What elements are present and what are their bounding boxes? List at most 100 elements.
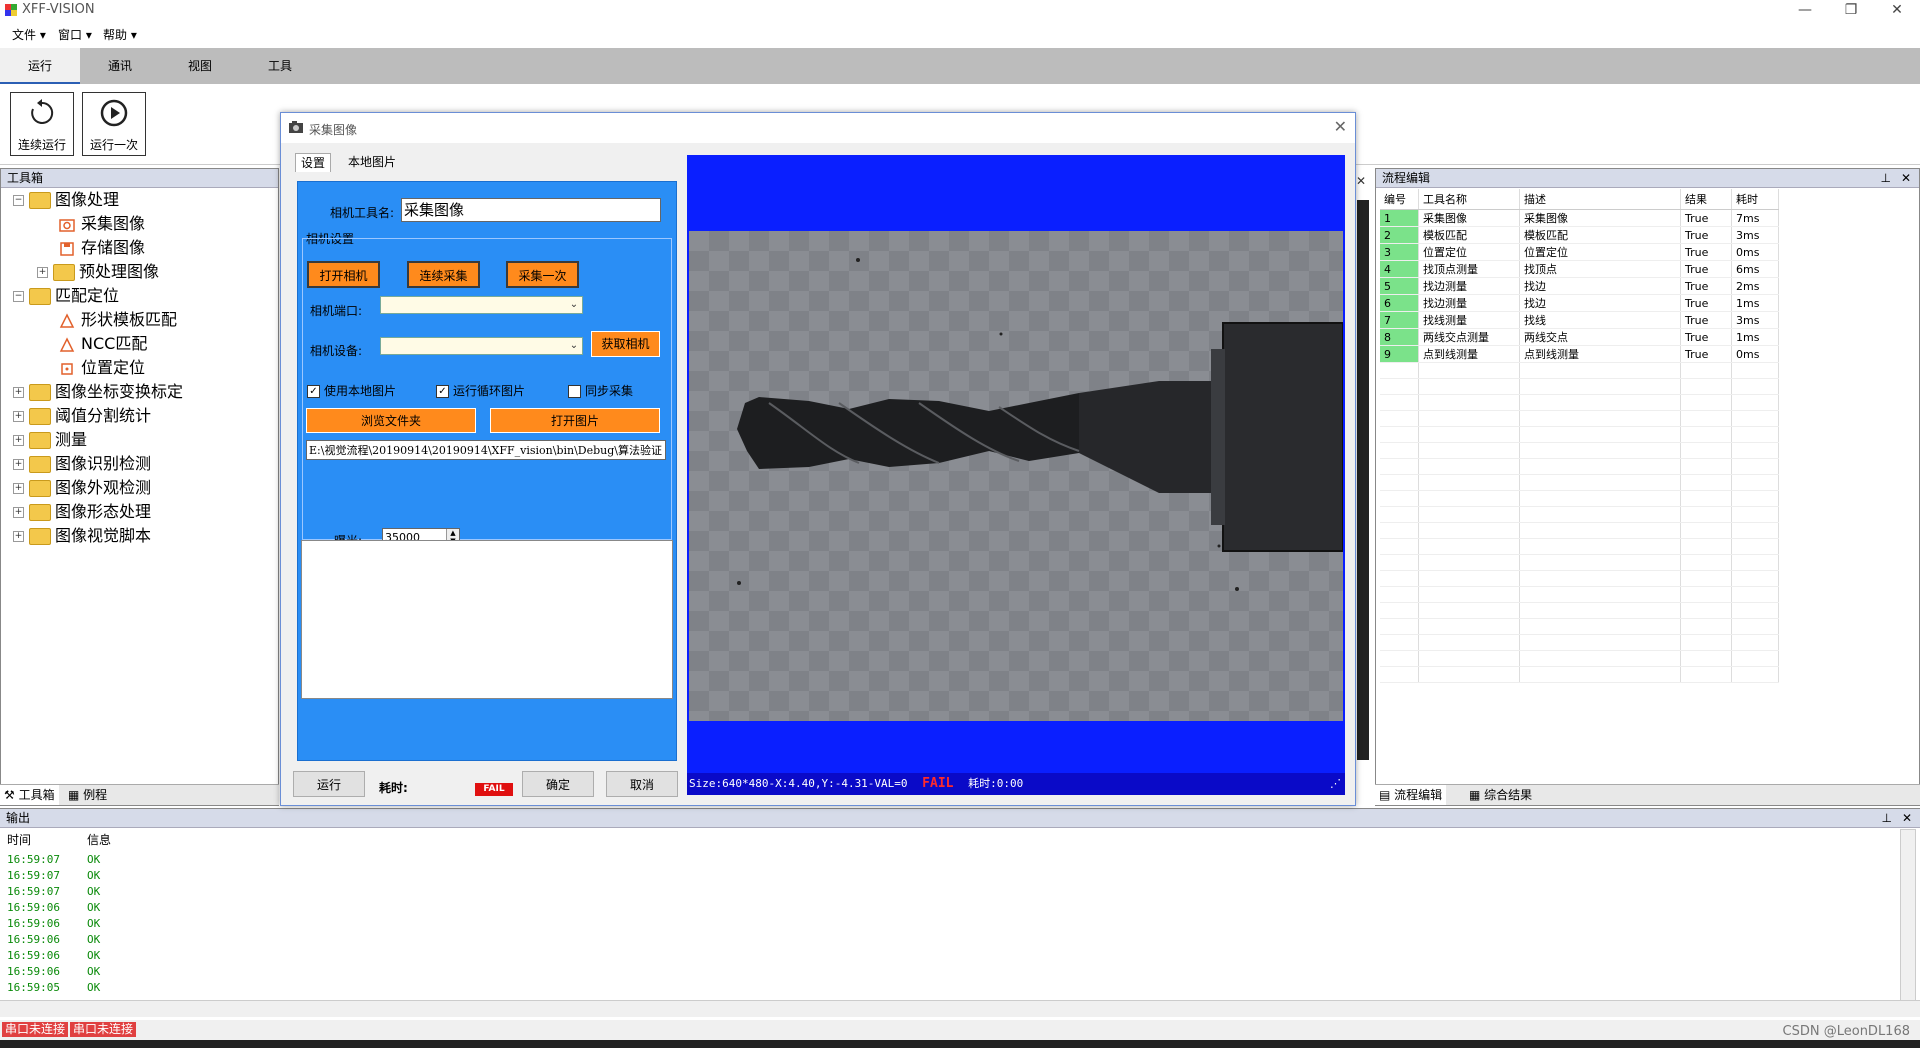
expand-icon[interactable]: + [13,435,24,446]
tree-item-position-locate[interactable]: 位置定位 [59,357,145,379]
tab-summary[interactable]: ▦ 综合结果 [1465,785,1536,805]
tab-process-edit[interactable]: ▤ 流程编辑 [1375,785,1447,805]
restore-button[interactable]: ❐ [1828,0,1874,20]
browse-folder-button[interactable]: 浏览文件夹 [306,408,476,433]
dialog-close-icon[interactable]: ✕ [1334,117,1347,136]
tab-comm[interactable]: 通讯 [80,48,160,84]
pin-icon[interactable]: ⊥ [1882,809,1892,827]
open-image-button[interactable]: 打开图片 [490,408,660,433]
tree-item-preprocess-image[interactable]: + 预处理图像 [37,261,159,283]
empty-row [1380,522,1779,539]
tree-item-script[interactable]: + 图像视觉脚本 [13,525,151,547]
col-index[interactable]: 编号 [1380,189,1419,210]
expand-icon[interactable]: + [13,531,24,542]
tree-item-recognition[interactable]: + 图像识别检测 [13,453,151,475]
sync-capture-checkbox[interactable]: 同步采集 [568,382,633,399]
tree-item-image-processing[interactable]: − 图像处理 [13,189,119,211]
tab-view[interactable]: 视图 [160,48,240,84]
table-row[interactable]: 8 两线交点测量 两线交点 True 1ms [1380,328,1779,346]
table-row[interactable]: 3 位置定位 位置定位 True 0ms [1380,243,1779,261]
vertical-scrollbar[interactable] [1900,829,1916,1001]
expand-icon[interactable]: + [13,507,24,518]
tab-examples[interactable]: ▦ 例程 [64,785,111,805]
tab-run[interactable]: 运行 [0,48,80,84]
tree-item-coordinate-calibration[interactable]: + 图像坐标变换标定 [13,381,183,403]
close-icon[interactable]: ✕ [1902,809,1912,827]
expand-icon[interactable]: + [13,411,24,422]
open-camera-button[interactable]: 打开相机 [307,261,380,288]
collapse-icon[interactable]: − [13,195,24,206]
cancel-button[interactable]: 取消 [606,771,678,797]
tree-item-ncc-match[interactable]: NCC匹配 [59,333,147,355]
col-info[interactable]: 信息 [87,831,111,848]
tree-item-match-locate[interactable]: − 匹配定位 [13,285,119,307]
captured-image[interactable] [689,231,1343,721]
collapse-icon[interactable]: − [13,291,24,302]
expand-icon[interactable]: + [37,267,48,278]
col-tool-name[interactable]: 工具名称 [1418,189,1520,210]
col-result[interactable]: 结果 [1680,189,1732,210]
continuous-run-button[interactable]: 连续运行 [10,92,74,156]
continuous-capture-button[interactable]: 连续采集 [407,261,480,288]
menu-window[interactable]: 窗口 ▾ [58,26,92,43]
tree-item-appearance[interactable]: + 图像外观检测 [13,477,151,499]
tab-tools[interactable]: 工具 [240,48,320,84]
loop-image-checkbox[interactable]: ✓ 运行循环图片 [436,382,525,399]
run-once-button[interactable]: 运行一次 [82,92,146,156]
empty-cell [1680,394,1732,411]
capture-once-button[interactable]: 采集一次 [506,261,579,288]
cam-tool-name-input[interactable]: 采集图像 [401,198,661,222]
port-select[interactable]: ⌄ [380,296,583,314]
col-time[interactable]: 耗时 [1731,189,1779,210]
tab-settings[interactable]: 设置 [295,153,332,172]
background-image-edge [1357,200,1369,760]
table-row[interactable]: 1 采集图像 采集图像 True 7ms [1380,209,1779,227]
empty-cell [1731,538,1779,555]
table-row[interactable]: 5 找边测量 找边 True 2ms [1380,277,1779,295]
table-row[interactable]: 6 找边测量 找边 True 1ms [1380,294,1779,312]
pin-icon[interactable]: ⊥ [1881,169,1891,187]
close-icon[interactable]: ✕ [1901,169,1911,187]
cell-time: 1ms [1731,294,1779,312]
empty-cell [1380,666,1419,683]
tab-local-image[interactable]: 本地图片 [343,153,401,171]
table-row[interactable]: 7 找线测量 找线 True 3ms [1380,311,1779,329]
table-row[interactable]: 2 模板匹配 模板匹配 True 3ms [1380,226,1779,244]
table-row[interactable]: 4 找顶点测量 找顶点 True 6ms [1380,260,1779,278]
tree-item-measure[interactable]: + 测量 [13,429,87,451]
ok-button[interactable]: 确定 [522,771,594,797]
col-time[interactable]: 时间 [7,831,31,848]
resize-grip-icon[interactable]: ⋰ [1330,773,1341,795]
menu-file[interactable]: 文件 ▾ [12,26,46,43]
tree-item-shape-template-match[interactable]: 形状模板匹配 [59,309,177,331]
cell-result: True [1680,345,1732,363]
minimize-button[interactable]: — [1782,0,1828,20]
use-local-image-checkbox[interactable]: ✓ 使用本地图片 [307,382,396,399]
tab-toolbox[interactable]: ⚒ 工具箱 [0,785,59,805]
expand-icon[interactable]: + [13,459,24,470]
cell-index: 1 [1380,209,1419,227]
cell-desc: 两线交点 [1519,328,1681,346]
tree-item-capture-image[interactable]: 采集图像 [59,213,145,235]
close-button[interactable]: ✕ [1874,0,1920,20]
cell-tool-name: 点到线测量 [1418,345,1520,363]
device-select[interactable]: ⌄ [380,337,583,355]
get-camera-button[interactable]: 获取相机 [591,331,660,357]
image-viewer[interactable]: Size:640*480-X:4.40,Y:-4.31-VAL=0 FAIL 耗… [687,155,1345,795]
menu-help[interactable]: 帮助 ▾ [103,26,137,43]
tree-item-save-image[interactable]: 存储图像 [59,237,145,259]
expand-icon[interactable]: + [13,483,24,494]
image-path-input[interactable]: E:\视觉流程\20190914\20190914\XFF_vision\bin… [306,440,666,460]
horizontal-scrollbar[interactable] [0,1000,1920,1017]
expand-icon[interactable]: + [13,387,24,398]
grid-icon: ▦ [1469,788,1481,802]
tree-item-threshold-stats[interactable]: + 阈值分割统计 [13,405,151,427]
empty-cell [1519,362,1681,379]
close-icon[interactable]: ✕ [1356,174,1366,188]
run-button[interactable]: 运行 [293,771,365,797]
table-row[interactable]: 9 点到线测量 点到线测量 True 0ms [1380,345,1779,363]
col-desc[interactable]: 描述 [1519,189,1681,210]
tree-item-morphology[interactable]: + 图像形态处理 [13,501,151,523]
log-message: OK [87,965,101,978]
sync-capture-label: 同步采集 [585,384,634,398]
